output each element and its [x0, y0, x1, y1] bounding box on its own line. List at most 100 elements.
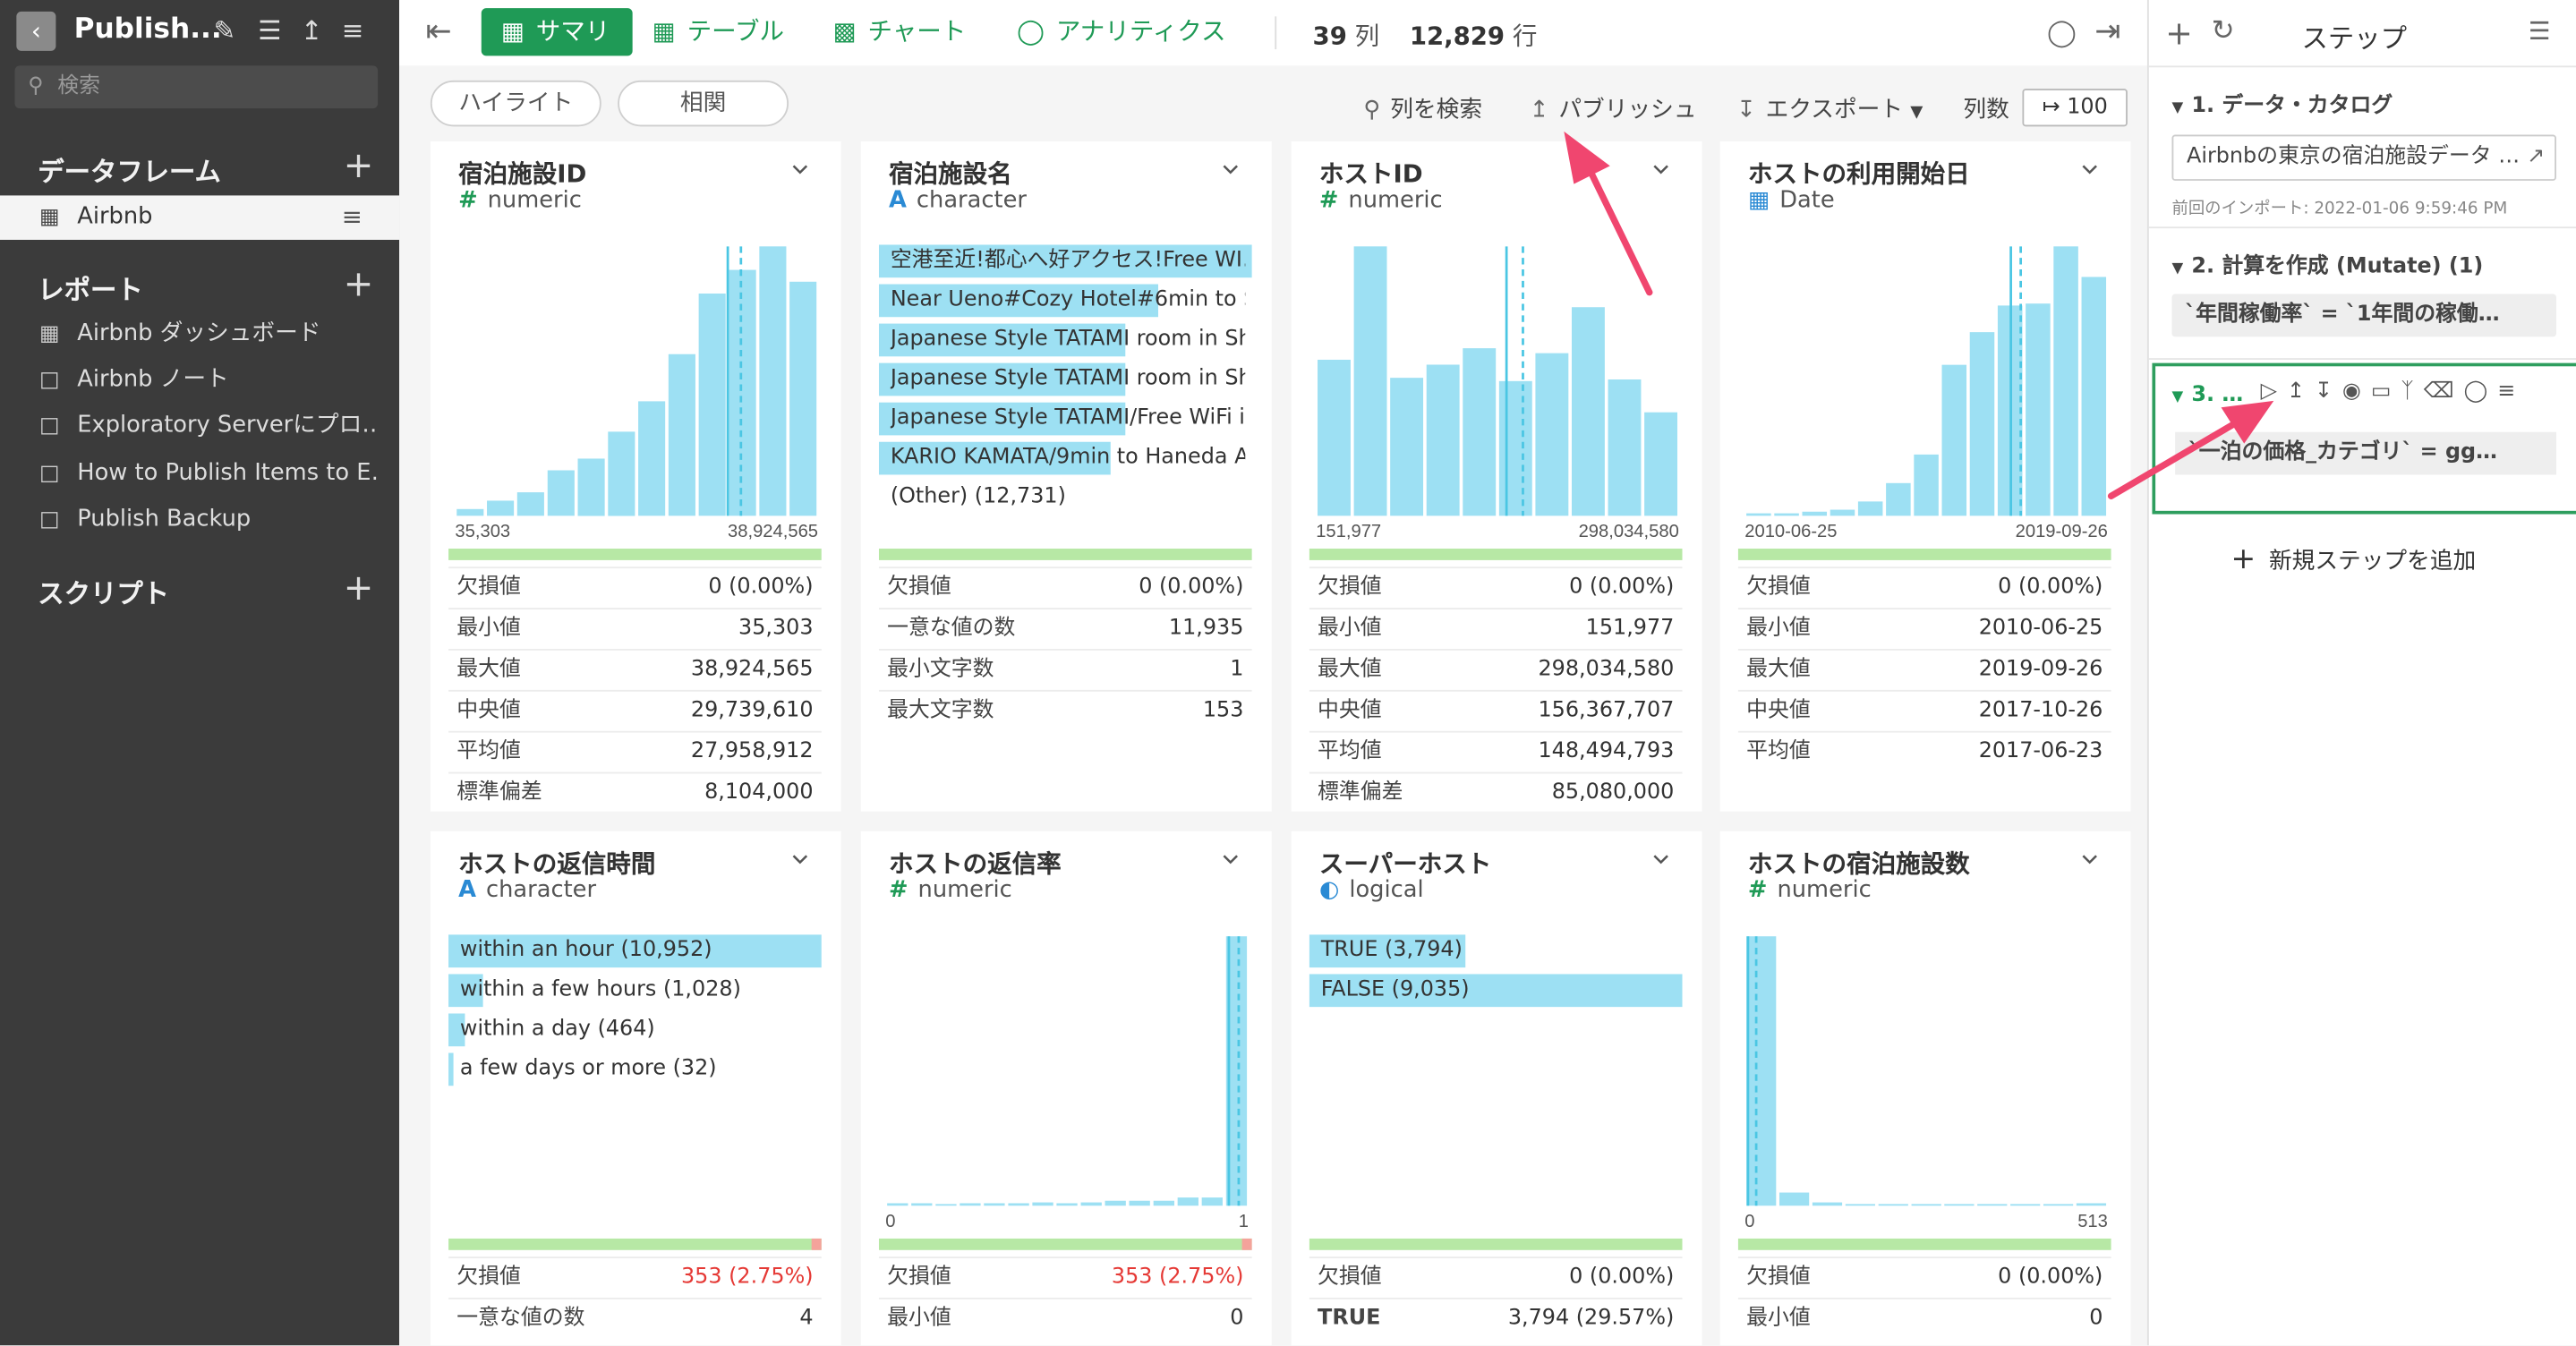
chevron-down-icon[interactable]: [792, 851, 808, 867]
drive-icon[interactable]: ▭: [2371, 379, 2401, 405]
tab-table[interactable]: ▦ テーブル: [653, 8, 784, 55]
stats-row: 欠損値 353 (2.75%): [878, 1257, 1252, 1298]
step-1-title: ▼ 1. データ・カタログ: [2171, 87, 2393, 119]
step-3-expression[interactable]: `一泊の価格_カテゴリ` = gg…: [2175, 431, 2556, 475]
stats-row: 標準偏差 85,080,000: [1309, 771, 1683, 814]
category-row[interactable]: a few days or more (32): [448, 1052, 822, 1086]
step-3-selected[interactable]: ▼ 3. … ▷↥↧◉▭ᛉ⌫◯≡ `一泊の価格_カテゴリ` = gg…: [2152, 362, 2576, 515]
column-count-unit: 列: [1354, 21, 1380, 51]
comment-icon[interactable]: ◯: [2047, 16, 2077, 47]
add-new-step-button[interactable]: + 新規ステップを追加: [2231, 542, 2477, 577]
stat-value: 2017-10-26: [1978, 698, 2103, 723]
step-2-title: ▼ 2. 計算を作成 (Mutate) (1): [2171, 248, 2483, 279]
category-row[interactable]: Japanese Style TATAMI/Free WiFi in …: [878, 402, 1252, 436]
stat-label: 最小値: [1318, 616, 1382, 641]
stat-label: 標準偏差: [456, 779, 542, 805]
category-row[interactable]: within a day (464): [448, 1013, 822, 1047]
stat-value: 2019-09-26: [1978, 657, 2103, 682]
trash-icon[interactable]: ⌫: [2424, 379, 2464, 405]
axis-min-label: 151,977: [1316, 522, 1381, 541]
chevron-down-icon[interactable]: [1652, 851, 1668, 867]
branch-icon[interactable]: ᛉ: [2401, 379, 2423, 405]
chevron-down-icon[interactable]: [2082, 851, 2098, 867]
category-row[interactable]: within a few hours (1,028): [448, 974, 822, 1008]
add-step-icon[interactable]: +: [2165, 13, 2193, 53]
sidebar-item-report[interactable]: □ Airbnb ノート: [0, 358, 399, 403]
sidebar-item-report[interactable]: ▦ Airbnb ダッシュボード: [0, 312, 399, 357]
columns-count-input[interactable]: ↦ 100: [2022, 89, 2128, 127]
menu-icon[interactable]: ≡: [2497, 379, 2525, 405]
run-icon[interactable]: ▷: [2261, 379, 2287, 405]
settings-sliders-icon[interactable]: ☰: [258, 15, 281, 47]
highlight-button[interactable]: ハイライト: [430, 80, 601, 127]
sidebar-item-report[interactable]: □ Exploratory Serverにプロ…: [0, 405, 399, 449]
refresh-icon[interactable]: ↻: [2212, 15, 2235, 48]
chevron-down-icon[interactable]: [1652, 161, 1668, 177]
step-1-source-input[interactable]: Airbnbの東京の宿泊施設データ … ↗: [2171, 134, 2556, 181]
card-type: # numeric: [1319, 187, 1443, 213]
tab-chart[interactable]: ▩ チャート: [833, 8, 967, 55]
correlation-button[interactable]: 相関: [618, 80, 789, 127]
collapse-right-icon[interactable]: ⇥: [2094, 13, 2120, 49]
category-row[interactable]: (Other) (12,731): [879, 481, 1252, 515]
stats-row: 平均値 2017-06-23: [1737, 730, 2111, 772]
stat-label: 欠損値: [1746, 575, 1811, 600]
stat-value: 353 (2.75%): [680, 1265, 814, 1290]
sidebar-item-airbnb[interactable]: ▦ Airbnb ≡: [0, 195, 400, 240]
note-icon: □: [39, 461, 60, 487]
stat-label: 平均値: [1746, 738, 1811, 764]
category-row[interactable]: FALSE (9,035): [1309, 974, 1683, 1008]
left-sidebar: ‹ Publish... ✎ ☰ ↥ ≡ ⚲ 検索 データフレーム + ▦ Ai…: [0, 0, 400, 1346]
tab-summary[interactable]: ▦ サマリ: [481, 8, 633, 56]
sidebar-item-report[interactable]: □ How to Publish Items to E…: [0, 452, 399, 497]
category-row[interactable]: within an hour (10,952): [448, 934, 822, 968]
collapse-left-icon[interactable]: ⇤: [425, 13, 451, 49]
export-button[interactable]: ↧ エクスポート ▼: [1736, 92, 1923, 125]
settings-sliders-icon[interactable]: ☰: [2529, 16, 2551, 46]
stats-row: 平均値 27,958,912: [448, 730, 822, 772]
upload-icon[interactable]: ↥: [301, 15, 323, 47]
upload-icon[interactable]: ↥: [2287, 379, 2315, 405]
category-row[interactable]: Japanese Style TATAMI room in Shin…: [878, 323, 1252, 357]
divider: [1275, 16, 1277, 50]
chevron-down-icon[interactable]: [1223, 851, 1239, 867]
sidebar-item-label: Airbnb ノート: [77, 366, 229, 393]
add-report-button[interactable]: +: [344, 267, 374, 302]
download-icon[interactable]: ↧: [2315, 379, 2342, 405]
step-2-expression[interactable]: `年間稼働率` = `1年間の稼働…: [2171, 294, 2556, 337]
stats-row: 最小文字数 1: [878, 649, 1252, 690]
comment-icon[interactable]: ◯: [2464, 379, 2498, 405]
category-row[interactable]: TRUE (3,794): [1309, 934, 1683, 968]
category-label: FALSE (9,035): [1320, 977, 1470, 1002]
eye-icon[interactable]: ◉: [2342, 379, 2371, 405]
back-button[interactable]: ‹: [16, 11, 56, 51]
category-row[interactable]: 空港至近!都心へ好アクセス!Free WI…: [878, 244, 1252, 278]
row-count-value: 12,829: [1409, 21, 1506, 51]
grid-icon: ▦: [500, 16, 525, 47]
stat-label: 中央値: [456, 698, 521, 723]
sidebar-search-input[interactable]: ⚲ 検索: [14, 65, 379, 109]
category-row[interactable]: Near Ueno#Cozy Hotel#6min to Sub…: [878, 284, 1252, 318]
chevron-down-icon[interactable]: [2082, 161, 2098, 177]
card-title: ホストの返信率: [888, 848, 1062, 879]
external-link-icon[interactable]: ↗: [2527, 136, 2545, 179]
stats-row: 一意な値の数 4: [448, 1298, 822, 1339]
add-script-button[interactable]: +: [344, 571, 374, 607]
chevron-down-icon[interactable]: [792, 161, 808, 177]
category-row[interactable]: KARIO KAMATA/9min to Haneda Air…: [878, 441, 1252, 475]
item-menu-icon[interactable]: ≡: [342, 195, 363, 240]
category-label: Japanese Style TATAMI room in Shin…: [890, 366, 1245, 391]
stat-value: 0: [1230, 1306, 1244, 1331]
add-dataframe-button[interactable]: +: [344, 149, 374, 184]
publish-button[interactable]: ↥ パブリッシュ: [1530, 92, 1697, 125]
note-icon: □: [39, 413, 60, 439]
edit-icon[interactable]: ✎: [214, 15, 236, 47]
sidebar-item-label: Publish Backup: [77, 506, 252, 532]
sidebar-item-report[interactable]: □ Publish Backup: [0, 498, 399, 542]
menu-icon[interactable]: ≡: [342, 15, 364, 47]
chevron-down-icon[interactable]: [1223, 161, 1239, 177]
numeric-type-icon: #: [888, 877, 908, 904]
category-row[interactable]: Japanese Style TATAMI room in Shin…: [878, 362, 1252, 396]
search-columns-button[interactable]: ⚲ 列を検索: [1363, 92, 1482, 125]
tab-analytics[interactable]: ◯ アナリティクス: [1017, 8, 1225, 55]
